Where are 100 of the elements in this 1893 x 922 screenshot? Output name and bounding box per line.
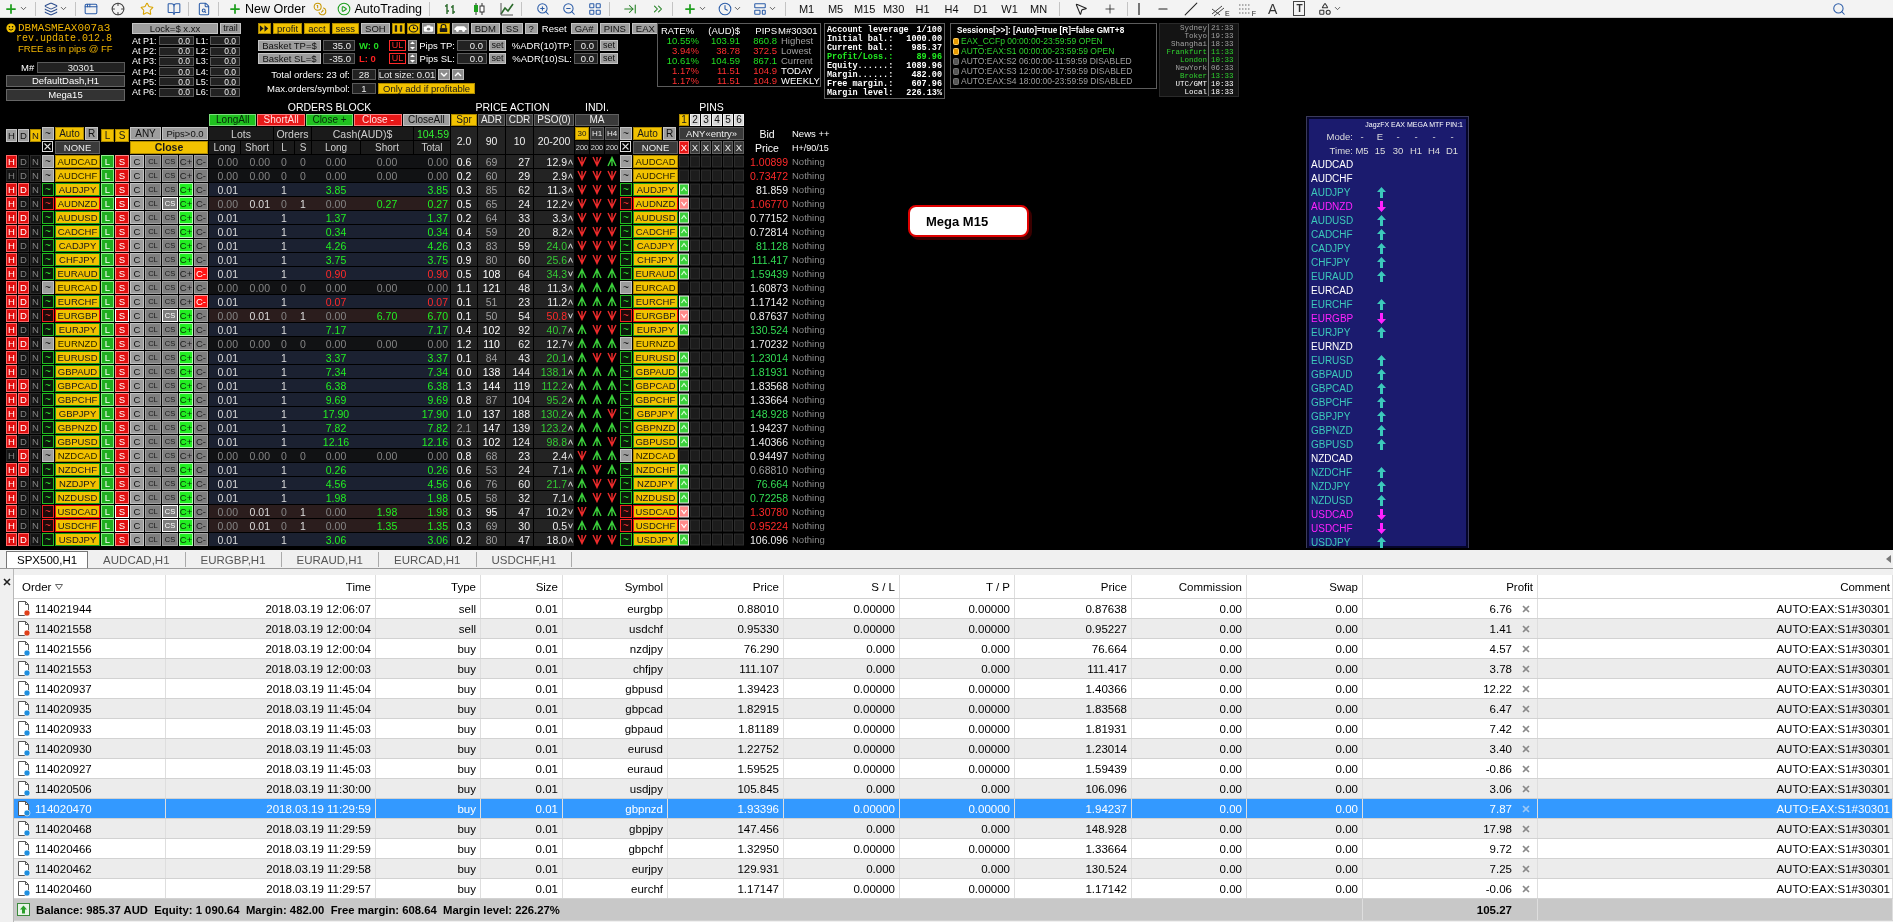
square-icon[interactable] [723, 225, 733, 238]
s-button[interactable]: S [115, 183, 129, 196]
fast-forward-icon[interactable] [258, 23, 271, 34]
c-minus-button[interactable]: C- [194, 421, 208, 434]
flag-button[interactable]: H [6, 267, 17, 280]
c-plus-button[interactable]: C+ [179, 309, 193, 322]
square-icon[interactable] [712, 295, 722, 308]
square-icon[interactable] [701, 337, 711, 350]
pin-toggle[interactable]: X [701, 141, 711, 154]
flag-button[interactable]: H [6, 393, 17, 406]
symbol-button[interactable]: GBPNZD [55, 421, 100, 434]
square-icon[interactable] [723, 533, 733, 546]
down-arrow-tile-icon[interactable] [679, 309, 689, 322]
symbol-button[interactable]: EURGBP [633, 309, 678, 322]
tilde-button[interactable]: ~ [42, 183, 54, 196]
square-icon[interactable] [712, 323, 722, 336]
tilde-button[interactable]: ~ [620, 519, 632, 532]
up-arrow-tile-icon[interactable] [679, 463, 689, 476]
symbol-button[interactable]: EURCHF [55, 295, 100, 308]
order-action-button[interactable]: ShortAll [257, 114, 305, 126]
template-icon[interactable] [753, 1, 768, 16]
square-icon[interactable] [701, 421, 711, 434]
tilde-button[interactable]: ~ [620, 533, 632, 546]
flag-button[interactable]: N [30, 449, 41, 462]
tilde-button[interactable]: ~ [620, 323, 632, 336]
c-plus-button[interactable]: C+ [179, 365, 193, 378]
ma-timeframe-tab[interactable]: H4 [605, 127, 619, 140]
menu-button[interactable]: ? [524, 23, 538, 34]
timeframe-button[interactable]: M5 [821, 0, 851, 17]
tilde-button[interactable]: ~ [620, 477, 632, 490]
clock-icon[interactable] [406, 23, 420, 34]
entry-filter-button[interactable]: ANY«entry» [679, 127, 744, 140]
tilde-button[interactable]: ~ [42, 463, 54, 476]
tilde-button[interactable]: ~ [620, 435, 632, 448]
flag-button[interactable]: H [6, 239, 17, 252]
c-button[interactable]: C [130, 309, 144, 322]
set-button[interactable]: set [489, 40, 506, 51]
table-row[interactable]: 114020468 2018.03.19 11:29:59 buy 0.01 gbpjpy 147.456 0.000 0.000 148.928 0.00 0.00 17.98 AUTO:EAX:S1#30301 [14, 819, 1893, 839]
c-button[interactable]: C [130, 197, 144, 210]
square-icon[interactable] [690, 155, 700, 168]
shapes-icon[interactable] [1318, 1, 1333, 16]
down-arrow-tile-icon[interactable] [679, 519, 689, 532]
column-header[interactable]: Order [22, 580, 52, 593]
square-icon[interactable] [734, 379, 744, 392]
timeframe-button[interactable]: H1 [908, 0, 938, 17]
level-field[interactable]: 0.0 [159, 46, 194, 56]
tilde-button[interactable]: ~ [620, 267, 632, 280]
menu-button[interactable]: SS [501, 23, 523, 34]
up-arrow-tile-icon[interactable] [679, 407, 689, 420]
c-button[interactable]: C [130, 169, 144, 182]
c-minus-button[interactable]: C- [194, 407, 208, 420]
camera-icon[interactable] [421, 23, 435, 34]
level-field[interactable]: 0.0 [210, 36, 240, 46]
square-icon[interactable] [734, 267, 744, 280]
square-icon[interactable] [712, 197, 722, 210]
symbol-button[interactable]: EURAUD [633, 267, 678, 280]
flag-button[interactable]: D [18, 309, 29, 322]
reset-link[interactable]: Reset [539, 23, 569, 34]
tilde-button[interactable]: ~ [42, 281, 54, 294]
up-arrow-tile-icon[interactable] [679, 253, 689, 266]
auto-button[interactable]: Auto [633, 127, 662, 140]
c-button[interactable]: C [130, 225, 144, 238]
tilde-button[interactable]: ~ [620, 379, 632, 392]
flag-button[interactable]: D [18, 211, 29, 224]
flag-button[interactable]: D [18, 421, 29, 434]
flag-filter-button[interactable]: D [18, 129, 29, 142]
book-icon[interactable] [167, 1, 181, 16]
flag-button[interactable]: N [30, 323, 41, 336]
chart-tab[interactable]: SPX500,H1 [6, 551, 89, 568]
symbol-button[interactable]: AUDJPY [633, 183, 678, 196]
s-button[interactable]: S [115, 365, 129, 378]
square-icon[interactable] [712, 393, 722, 406]
square-icon[interactable] [723, 351, 733, 364]
square-icon[interactable] [712, 407, 722, 420]
s-button[interactable]: S [115, 225, 129, 238]
limit-button[interactable]: UL [389, 53, 406, 64]
tilde-button[interactable]: ~ [42, 519, 54, 532]
symbol-button[interactable]: CHFJPY [633, 253, 678, 266]
flag-button[interactable]: N [30, 463, 41, 476]
s-button[interactable]: S [115, 393, 129, 406]
up-arrow-tile-icon[interactable] [679, 323, 689, 336]
c-plus-button[interactable]: C+ [179, 253, 193, 266]
flag-button[interactable]: N [30, 491, 41, 504]
symbol-button[interactable]: GBPCAD [633, 379, 678, 392]
sort-icon[interactable] [55, 583, 64, 590]
column-header[interactable]: S / L [871, 580, 895, 593]
layers-icon[interactable] [44, 1, 58, 16]
s-button[interactable]: S [115, 267, 129, 280]
symbol-button[interactable]: GBPUSD [633, 435, 678, 448]
chart-tab[interactable]: EURCAD,H1 [379, 552, 477, 567]
c-minus-button[interactable]: C- [194, 449, 208, 462]
level-field[interactable]: 0.0 [210, 67, 240, 77]
tilde-button[interactable]: ~ [620, 183, 632, 196]
symbol-button[interactable]: AUDCHF [55, 169, 100, 182]
square-icon[interactable] [712, 435, 722, 448]
flag-button[interactable]: H [6, 477, 17, 490]
tilde-button[interactable]: ~ [620, 155, 632, 168]
symbol-button[interactable]: NZDUSD [55, 491, 100, 504]
flag-button[interactable]: N [30, 435, 41, 448]
pips-filter-button[interactable]: Pips>0.0 [162, 127, 208, 140]
